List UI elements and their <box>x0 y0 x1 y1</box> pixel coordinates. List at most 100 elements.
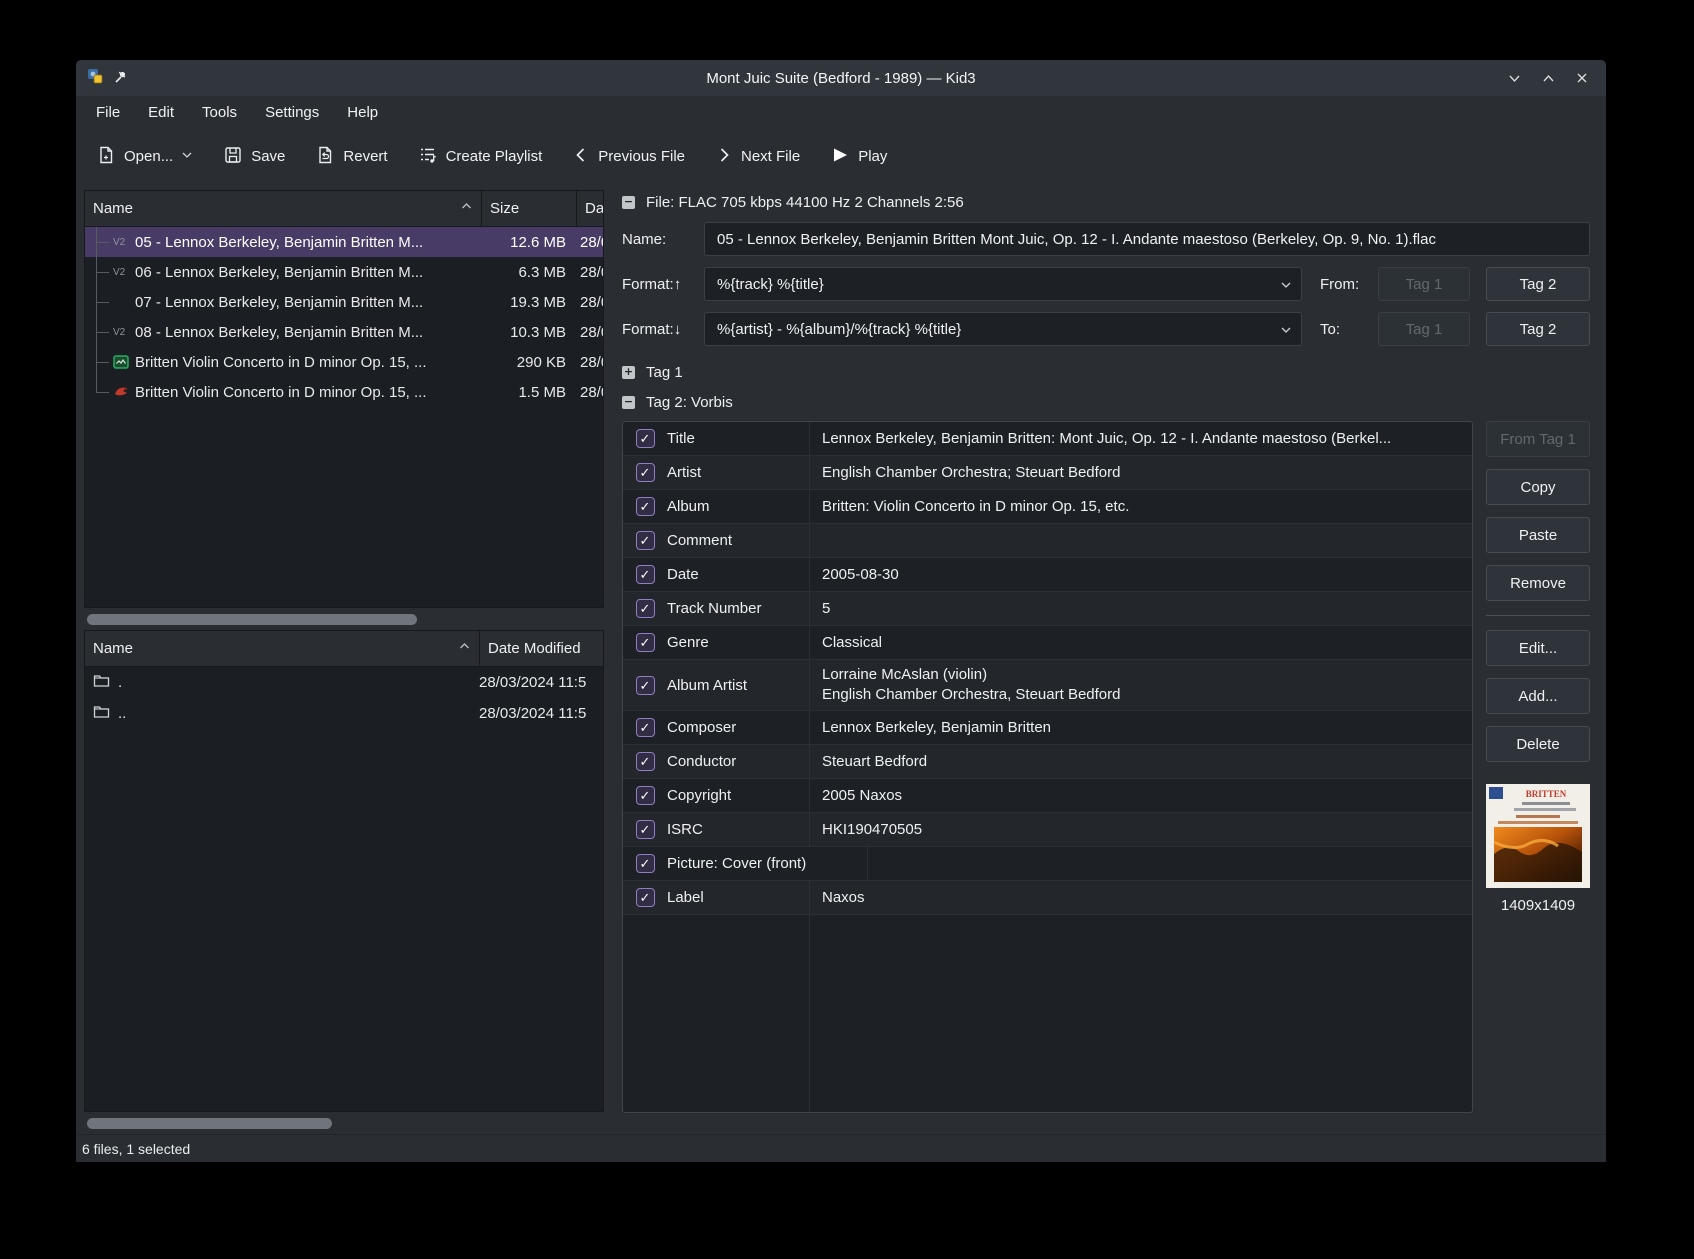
from-tag1-button[interactable]: From Tag 1 <box>1486 421 1590 457</box>
filename-input[interactable]: 05 - Lennox Berkeley, Benjamin Britten M… <box>704 222 1590 256</box>
tag-row-picture[interactable]: ✓ Picture: Cover (front) <box>623 847 1472 881</box>
edit-button[interactable]: Edit... <box>1486 630 1590 666</box>
tag-row-genre[interactable]: ✓ Genre Classical <box>623 626 1472 660</box>
file-section-header[interactable]: − File: FLAC 705 kbps 44100 Hz 2 Channel… <box>622 194 1590 211</box>
tag2-button-column: From Tag 1 Copy Paste Remove Edit... Add… <box>1486 421 1590 1113</box>
checkbox-checked[interactable]: ✓ <box>636 497 655 516</box>
file-row[interactable]: Britten Violin Concerto in D minor Op. 1… <box>85 377 603 407</box>
directory-list-header-name[interactable]: Name <box>85 631 479 666</box>
menu-tools[interactable]: Tools <box>190 100 249 125</box>
file-row[interactable]: V206 - Lennox Berkeley, Benjamin Britten… <box>85 257 603 287</box>
file-row[interactable]: 07 - Lennox Berkeley, Benjamin Britten M… <box>85 287 603 317</box>
remove-button[interactable]: Remove <box>1486 565 1590 601</box>
folder-icon <box>93 673 110 692</box>
to-tag1-filename-button[interactable]: Tag 1 <box>1378 312 1470 346</box>
paste-button[interactable]: Paste <box>1486 517 1590 553</box>
tag2-section-header[interactable]: − Tag 2: Vorbis <box>622 394 1590 411</box>
chevron-right-icon <box>715 146 733 168</box>
directory-list-hscrollbar[interactable] <box>84 1112 604 1134</box>
checkbox-checked[interactable]: ✓ <box>636 463 655 482</box>
tag-row-date[interactable]: ✓ Date 2005-08-30 <box>623 558 1472 592</box>
collapse-icon[interactable]: − <box>622 396 635 409</box>
previous-file-button[interactable]: Previous File <box>572 146 685 168</box>
tag1-section-header[interactable]: + Tag 1 <box>622 364 1590 381</box>
next-file-button[interactable]: Next File <box>715 146 800 168</box>
svg-text:BRITTEN: BRITTEN <box>1526 789 1567 799</box>
playlist-file-icon <box>113 384 135 400</box>
tag-row-isrc[interactable]: ✓ ISRC HKI190470505 <box>623 813 1472 847</box>
collapse-icon[interactable]: − <box>622 196 635 209</box>
tag-row-album[interactable]: ✓ Album Britten: Violin Concerto in D mi… <box>623 490 1472 524</box>
checkbox-checked[interactable]: ✓ <box>636 676 655 695</box>
open-dropdown-chevron-icon[interactable] <box>181 148 193 165</box>
image-file-icon <box>113 354 135 370</box>
checkbox-checked[interactable]: ✓ <box>636 633 655 652</box>
tag2-frame-table: ✓ Title Lennox Berkeley, Benjamin Britte… <box>622 421 1473 1113</box>
file-list-header-size[interactable]: Size <box>481 191 576 226</box>
create-playlist-button[interactable]: Create Playlist <box>418 145 543 169</box>
expand-icon[interactable]: + <box>622 366 635 379</box>
tag-row-comment[interactable]: ✓ Comment <box>623 524 1472 558</box>
titlebar[interactable]: Mont Juic Suite (Bedford - 1989) — Kid3 <box>76 60 1606 96</box>
tag-row-composer[interactable]: ✓ Composer Lennox Berkeley, Benjamin Bri… <box>623 711 1472 745</box>
from-tag2-filename-button[interactable]: Tag 2 <box>1486 267 1590 301</box>
menu-help[interactable]: Help <box>335 100 390 125</box>
format-up-label: Format:↑ <box>622 276 704 293</box>
delete-button[interactable]: Delete <box>1486 726 1590 762</box>
add-button[interactable]: Add... <box>1486 678 1590 714</box>
tag-row-track-number[interactable]: ✓ Track Number 5 <box>623 592 1472 626</box>
file-list-header-date[interactable]: Date Modified <box>576 191 603 226</box>
file-row[interactable]: V208 - Lennox Berkeley, Benjamin Britten… <box>85 317 603 347</box>
minimize-button[interactable] <box>1500 66 1528 90</box>
name-field-label: Name: <box>622 231 704 248</box>
tag-row-title[interactable]: ✓ Title Lennox Berkeley, Benjamin Britte… <box>623 422 1472 456</box>
copy-button[interactable]: Copy <box>1486 469 1590 505</box>
close-button[interactable] <box>1568 66 1596 90</box>
directory-list: Name Date Modified . 28/03/2024 11:5 .. … <box>84 630 604 1112</box>
format-up-combobox[interactable]: %{track} %{title} <box>704 267 1302 301</box>
open-button[interactable]: Open... <box>96 145 193 169</box>
file-list-hscrollbar[interactable] <box>84 608 604 630</box>
directory-list-header-date[interactable]: Date Modified <box>479 631 603 666</box>
menu-settings[interactable]: Settings <box>253 100 331 125</box>
album-cover-thumbnail[interactable]: BRITTEN <box>1486 784 1590 888</box>
checkbox-checked[interactable]: ✓ <box>636 888 655 907</box>
directory-row[interactable]: .. 28/03/2024 11:5 <box>85 698 603 729</box>
checkbox-checked[interactable]: ✓ <box>636 718 655 737</box>
play-icon <box>830 145 850 169</box>
checkbox-checked[interactable]: ✓ <box>636 820 655 839</box>
revert-button[interactable]: Revert <box>315 145 387 169</box>
tag-row-copyright[interactable]: ✓ Copyright 2005 Naxos <box>623 779 1472 813</box>
chevron-down-icon <box>1280 324 1292 336</box>
folder-icon <box>93 704 110 723</box>
directory-row[interactable]: . 28/03/2024 11:5 <box>85 667 603 698</box>
checkbox-checked[interactable]: ✓ <box>636 429 655 448</box>
menu-file[interactable]: File <box>84 100 132 125</box>
file-row[interactable]: V205 - Lennox Berkeley, Benjamin Britten… <box>85 227 603 257</box>
menubar: File Edit Tools Settings Help <box>76 96 1606 129</box>
tag-row-album-artist[interactable]: ✓ Album Artist Lorraine McAslan (violin)… <box>623 660 1472 711</box>
menu-edit[interactable]: Edit <box>136 100 186 125</box>
checkbox-checked[interactable]: ✓ <box>636 752 655 771</box>
checkbox-checked[interactable]: ✓ <box>636 531 655 550</box>
from-label: From: <box>1320 276 1372 293</box>
tag-row-label[interactable]: ✓ Label Naxos <box>623 881 1472 915</box>
tag-row-artist[interactable]: ✓ Artist English Chamber Orchestra; Steu… <box>623 456 1472 490</box>
checkbox-checked[interactable]: ✓ <box>636 599 655 618</box>
file-row[interactable]: Britten Violin Concerto in D minor Op. 1… <box>85 347 603 377</box>
checkbox-checked[interactable]: ✓ <box>636 854 655 873</box>
checkbox-checked[interactable]: ✓ <box>636 565 655 584</box>
maximize-button[interactable] <box>1534 66 1562 90</box>
scrollbar-thumb[interactable] <box>87 614 417 625</box>
left-pane: Name Size Date Modified V205 - Lennox Be… <box>76 184 608 1134</box>
pin-icon[interactable] <box>113 69 128 88</box>
checkbox-checked[interactable]: ✓ <box>636 786 655 805</box>
save-button[interactable]: Save <box>223 145 285 169</box>
from-tag1-filename-button[interactable]: Tag 1 <box>1378 267 1470 301</box>
format-down-combobox[interactable]: %{artist} - %{album}/%{track} %{title} <box>704 312 1302 346</box>
to-tag2-filename-button[interactable]: Tag 2 <box>1486 312 1590 346</box>
file-list-header-name[interactable]: Name <box>85 191 481 226</box>
play-button[interactable]: Play <box>830 145 887 169</box>
scrollbar-thumb[interactable] <box>87 1118 332 1129</box>
tag-row-conductor[interactable]: ✓ Conductor Steuart Bedford <box>623 745 1472 779</box>
